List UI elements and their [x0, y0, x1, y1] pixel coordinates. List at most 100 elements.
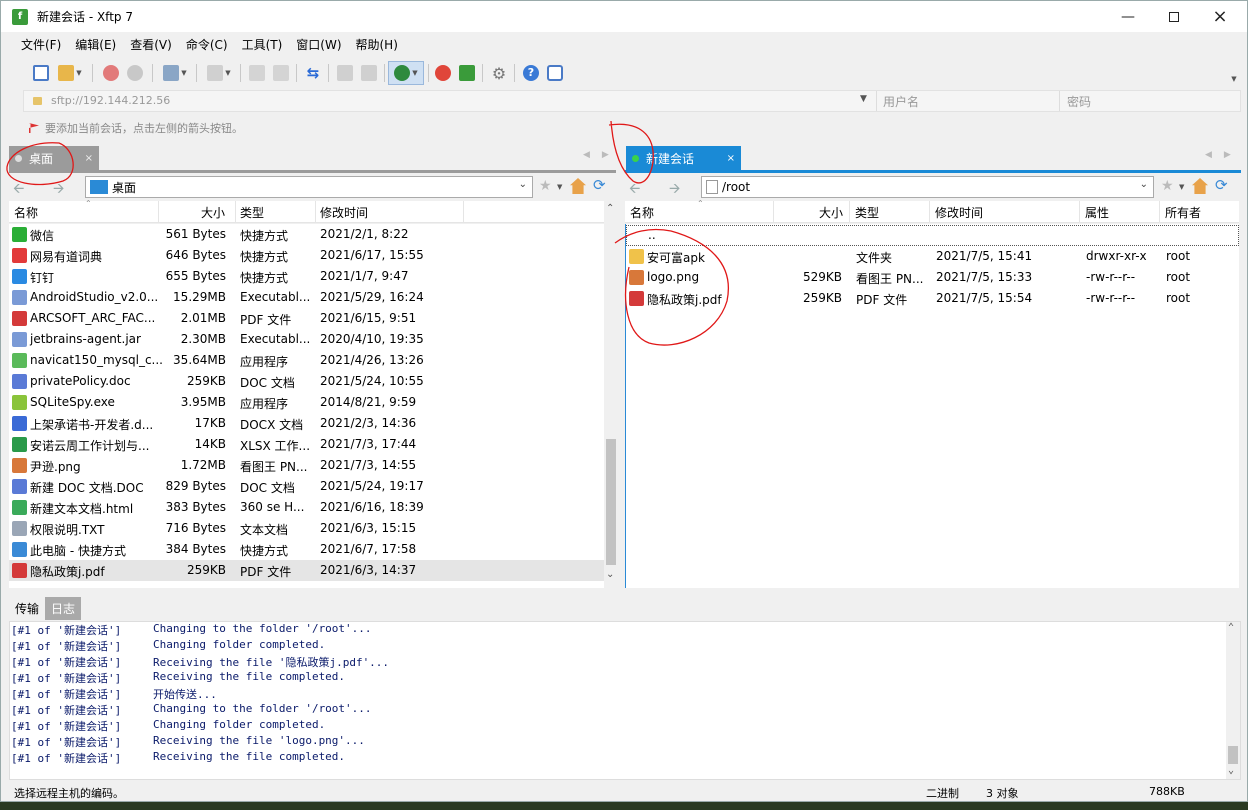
col-type[interactable]: 类型	[855, 204, 879, 221]
help-button[interactable]: ?	[520, 61, 542, 85]
table-row[interactable]: 安可富apk 文件夹 2021/7/5, 15:41 drwxr-xr-x root	[626, 246, 1239, 267]
sync-button[interactable]: ⇆	[302, 61, 324, 85]
table-row[interactable]: 尹逊.png 1.72MB 看图王 PN... 2021/7/3, 14:55	[9, 455, 604, 476]
new-session-button[interactable]	[30, 61, 52, 85]
close-icon[interactable]: ×	[1197, 1, 1243, 32]
col-owner[interactable]: 所有者	[1165, 204, 1201, 221]
address-bar: sftp://192.144.212.56 ▼ 用户名 密码	[23, 90, 1241, 112]
table-row[interactable]: 权限说明.TXT 716 Bytes 文本文档 2021/6/3, 15:15	[9, 518, 604, 539]
left-scrollbar[interactable]: ⌃ ⌄	[604, 201, 618, 588]
chevron-down-icon[interactable]: ⌄	[519, 179, 527, 190]
file-modified: 2021/5/29, 16:24	[320, 290, 424, 304]
tab-log[interactable]: 日志	[45, 597, 82, 620]
table-row[interactable]: 隐私政策j.pdf 259KB PDF 文件 2021/7/5, 15:54 -rw-r…	[626, 288, 1239, 309]
table-row[interactable]: ARCSOFT_ARC_FAC... 2.01MB PDF 文件 2021/6/15,…	[9, 308, 604, 329]
new-session-icon	[33, 65, 49, 81]
host-dropdown-icon[interactable]: ▼	[860, 94, 867, 104]
transfer-queue-button[interactable]	[334, 61, 356, 85]
transfer-log-button[interactable]	[358, 61, 380, 85]
forward-icon[interactable]: 🡪	[669, 178, 680, 202]
table-row[interactable]: SQLiteSpy.exe 3.95MB 应用程序 2014/8/21, 9:59	[9, 392, 604, 413]
col-attributes[interactable]: 属性	[1085, 204, 1109, 221]
menu-tools[interactable]: 工具(T)	[235, 35, 290, 57]
menu-window[interactable]: 窗口(W)	[289, 35, 348, 57]
host-input[interactable]: sftp://192.144.212.56	[51, 94, 170, 107]
left-path-input[interactable]: 桌面 ⌄	[85, 176, 533, 198]
log-scrollbar[interactable]: ⌃ ⌄	[1226, 622, 1240, 779]
xshell-button[interactable]	[432, 61, 454, 85]
add-session-flag-icon[interactable]	[29, 123, 39, 133]
encoding-button[interactable]: ▼	[388, 61, 424, 85]
new-folder-button[interactable]: ▼	[158, 61, 192, 85]
refresh-icon[interactable]: ⟳	[593, 176, 609, 194]
table-row[interactable]: 网易有道词典 646 Bytes 快捷方式 2021/6/17, 15:55	[9, 245, 604, 266]
scroll-down-icon[interactable]: ⌄	[1228, 765, 1234, 776]
star-icon[interactable]: ★	[539, 178, 555, 194]
status-transfer-mode[interactable]: 二进制	[926, 785, 959, 801]
tab-transfers[interactable]: 传输	[9, 597, 45, 620]
username-field[interactable]: 用户名	[876, 91, 1060, 111]
table-row[interactable]: privatePolicy.doc 259KB DOC 文档 2021/5/24, 1…	[9, 371, 604, 392]
table-row[interactable]: 安诺云周工作计划与... 14KB XLSX 工作... 2021/7/3, 17:4…	[9, 434, 604, 455]
right-path-input[interactable]: /root ⌄	[701, 176, 1154, 198]
table-row[interactable]: 上架承诺书-开发者.d... 17KB DOCX 文档 2021/2/3, 14:36	[9, 413, 604, 434]
col-name[interactable]: 名称	[630, 204, 654, 221]
table-row[interactable]: 隐私政策j.pdf 259KB PDF 文件 2021/6/3, 14:37	[9, 560, 604, 581]
scroll-up-icon[interactable]: ⌃	[606, 203, 614, 214]
home-icon[interactable]	[570, 178, 586, 194]
chevron-down-icon[interactable]: ▼	[1179, 183, 1195, 199]
home-icon[interactable]	[1192, 178, 1208, 194]
menu-edit[interactable]: 编辑(E)	[68, 35, 123, 57]
forward-icon[interactable]: 🡪	[53, 178, 64, 202]
menu-command[interactable]: 命令(C)	[179, 35, 235, 57]
table-row[interactable]: 新建 DOC 文档.DOC 829 Bytes DOC 文档 2021/5/24, 1…	[9, 476, 604, 497]
table-row[interactable]: jetbrains-agent.jar 2.30MB Executabl... 202…	[9, 329, 604, 350]
back-icon[interactable]: 🡨	[13, 178, 24, 202]
col-size[interactable]: 大小	[819, 204, 843, 221]
options-button[interactable]: ⚙	[488, 61, 510, 85]
connect-button[interactable]	[100, 61, 122, 85]
menu-help[interactable]: 帮助(H)	[349, 35, 405, 57]
tab-desktop[interactable]: 桌面 ×	[9, 146, 99, 170]
col-modified[interactable]: 修改时间	[320, 204, 368, 221]
refresh-icon[interactable]: ⟳	[1215, 176, 1231, 194]
tab-new-session[interactable]: 新建会话 ×	[626, 146, 741, 170]
chevron-down-icon[interactable]: ⌄	[1140, 179, 1148, 190]
parent-dir-row[interactable]: ..	[626, 225, 1239, 246]
tab-close-icon[interactable]: ×	[727, 153, 735, 164]
menu-file[interactable]: 文件(F)	[14, 35, 68, 57]
left-scroll-thumb[interactable]	[606, 439, 616, 565]
disconnect-button[interactable]	[124, 61, 146, 85]
copy-button[interactable]	[246, 61, 268, 85]
col-modified[interactable]: 修改时间	[935, 204, 983, 221]
table-row[interactable]: 新建文本文档.html 383 Bytes 360 se H... 2021/6/16…	[9, 497, 604, 518]
tab-scroll-icon[interactable]: ◀▶	[1205, 150, 1243, 160]
col-size[interactable]: 大小	[201, 204, 225, 221]
feedback-button[interactable]	[544, 61, 566, 85]
toolbar-overflow-button[interactable]: ▼	[1226, 67, 1240, 91]
menu-view[interactable]: 查看(V)	[123, 35, 179, 57]
table-row[interactable]: navicat150_mysql_c... 35.64MB 应用程序 2021/4/2…	[9, 350, 604, 371]
table-row[interactable]: logo.png 529KB 看图王 PN... 2021/7/5, 15:33 -rw…	[626, 267, 1239, 288]
log-scroll-thumb[interactable]	[1228, 746, 1238, 764]
table-row[interactable]: AndroidStudio_v2.0... 15.29MB Executabl...…	[9, 287, 604, 308]
scroll-up-icon[interactable]: ⌃	[1228, 622, 1234, 633]
star-icon[interactable]: ★	[1161, 178, 1177, 194]
chevron-down-icon[interactable]: ▼	[557, 183, 573, 199]
paste-button[interactable]	[270, 61, 292, 85]
minimize-icon[interactable]: —	[1105, 1, 1151, 32]
table-row[interactable]: 微信 561 Bytes 快捷方式 2021/2/1, 8:22	[9, 224, 604, 245]
open-session-button[interactable]: ▼	[54, 61, 86, 85]
back-icon[interactable]: 🡨	[629, 178, 640, 202]
table-row[interactable]: 钉钉 655 Bytes 快捷方式 2021/1/7, 9:47	[9, 266, 604, 287]
table-row[interactable]: 此电脑 - 快捷方式 384 Bytes 快捷方式 2021/6/7, 17:58	[9, 539, 604, 560]
xftp-button[interactable]	[456, 61, 478, 85]
col-type[interactable]: 类型	[240, 204, 264, 221]
tab-close-icon[interactable]: ×	[85, 153, 93, 164]
maximize-icon[interactable]	[1151, 1, 1197, 32]
password-field[interactable]: 密码	[1059, 91, 1241, 111]
col-name[interactable]: 名称	[14, 204, 38, 221]
view-button[interactable]: ▼	[202, 61, 236, 85]
tab-scroll-icon[interactable]: ◀▶	[583, 150, 621, 160]
scroll-down-icon[interactable]: ⌄	[606, 569, 614, 580]
